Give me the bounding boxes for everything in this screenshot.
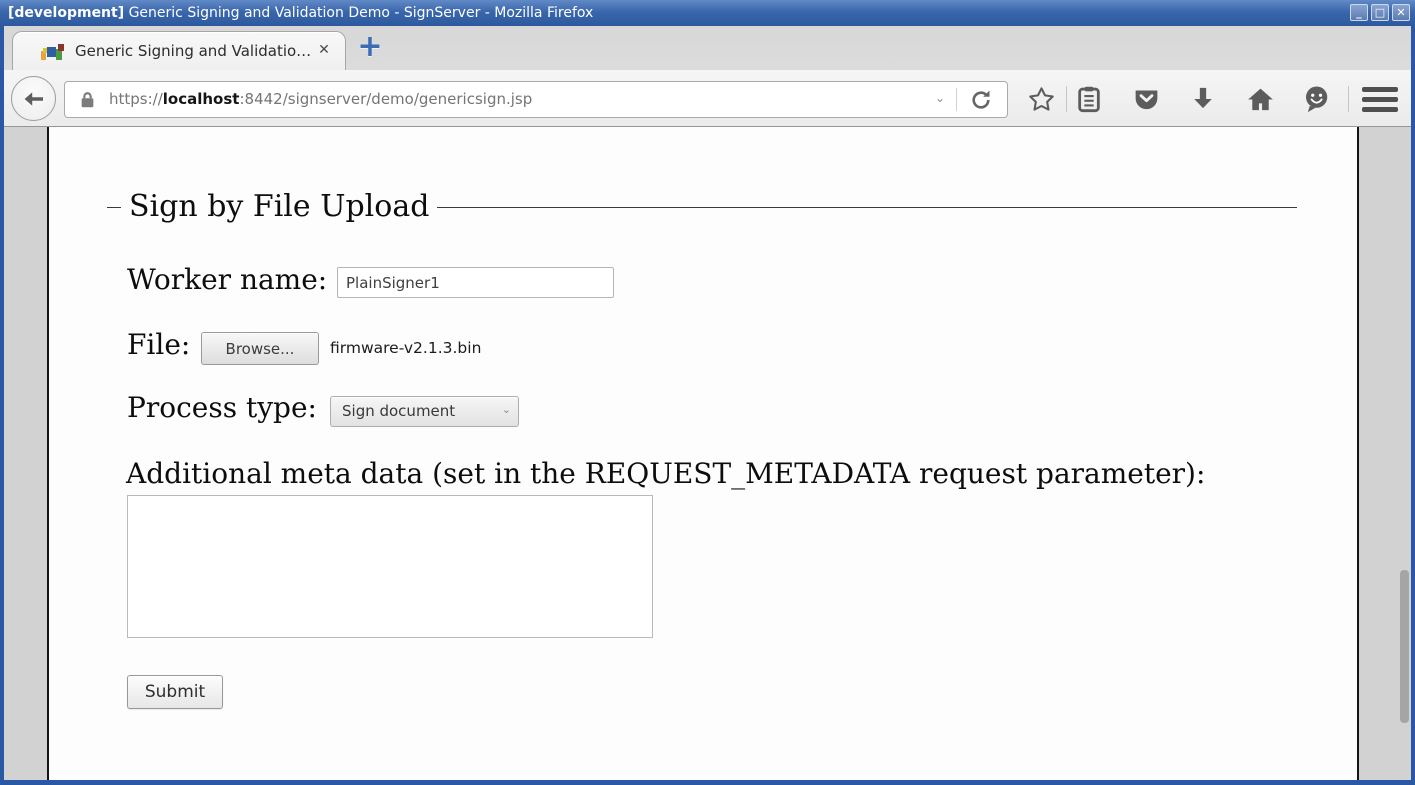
- worker-name-input[interactable]: [337, 267, 614, 298]
- signserver-favicon-icon: [41, 44, 65, 60]
- close-icon[interactable]: ✕: [1392, 4, 1410, 21]
- url-bar[interactable]: https://localhost:8442/signserver/demo/g…: [64, 81, 1008, 118]
- url-text[interactable]: https://localhost:8442/signserver/demo/g…: [109, 82, 532, 117]
- bookmarks-list-icon[interactable]: [1074, 84, 1104, 114]
- new-tab-icon[interactable]: +: [352, 32, 388, 64]
- window-title: [development] Generic Signing and Valida…: [8, 0, 593, 26]
- urlbar-separator: [956, 88, 957, 111]
- home-icon[interactable]: [1245, 84, 1275, 114]
- url-scheme: https://: [109, 90, 163, 108]
- file-label: File:: [127, 328, 190, 362]
- submit-button[interactable]: Submit: [127, 675, 223, 709]
- url-path: :8442/signserver/demo/genericsign.jsp: [239, 90, 532, 108]
- lock-icon: [80, 91, 95, 109]
- minimize-icon[interactable]: _: [1350, 4, 1368, 21]
- tab-title: Generic Signing and Validatio…: [75, 32, 311, 70]
- tab-generic-signing[interactable]: Generic Signing and Validatio… ✕: [12, 31, 346, 70]
- browser-viewport: Sign by File Upload Worker name: File: B…: [4, 127, 1411, 780]
- metadata-label: Additional meta data (set in the REQUEST…: [126, 457, 1205, 491]
- process-type-select[interactable]: Sign document ⌄: [330, 396, 519, 427]
- url-host: localhost: [163, 90, 240, 108]
- url-dropdown-icon[interactable]: ⌄: [935, 82, 945, 115]
- process-type-selected-value: Sign document: [342, 397, 455, 426]
- maximize-icon[interactable]: □: [1371, 4, 1389, 21]
- firefox-window: [development] Generic Signing and Valida…: [0, 0, 1415, 785]
- back-arrow-icon: [22, 87, 46, 111]
- toolbar-separator: [1066, 86, 1067, 112]
- back-button[interactable]: [11, 76, 56, 121]
- window-title-rest: Generic Signing and Validation Demo - Si…: [124, 5, 593, 21]
- titlebar[interactable]: [development] Generic Signing and Valida…: [0, 0, 1415, 26]
- hello-chat-icon[interactable]: [1301, 84, 1331, 114]
- page-title: Sign by File Upload: [121, 189, 437, 225]
- tab-strip: Generic Signing and Validatio… ✕ +: [4, 26, 1411, 70]
- selected-filename: firmware-v2.1.3.bin: [330, 332, 481, 365]
- navigation-toolbar: https://localhost:8442/signserver/demo/g…: [4, 70, 1411, 127]
- browse-button[interactable]: Browse...: [201, 332, 319, 365]
- window-border-right: [1411, 26, 1415, 785]
- window-title-prefix: [development]: [8, 5, 124, 21]
- worker-name-label: Worker name:: [127, 263, 327, 297]
- process-type-label: Process type:: [127, 391, 317, 425]
- metadata-textarea[interactable]: [127, 495, 653, 638]
- chevron-down-icon: ⌄: [502, 397, 511, 423]
- pocket-icon[interactable]: [1131, 84, 1161, 114]
- tab-close-icon[interactable]: ✕: [315, 41, 333, 59]
- window-controls: _ □ ✕: [1350, 4, 1410, 21]
- menu-icon[interactable]: [1362, 84, 1398, 114]
- window-border-left: [0, 26, 4, 785]
- page-container: Sign by File Upload Worker name: File: B…: [47, 127, 1359, 780]
- window-border-bottom: [0, 780, 1415, 785]
- bookmark-star-icon[interactable]: [1026, 84, 1056, 114]
- reload-icon[interactable]: [969, 88, 995, 112]
- toolbar-separator: [1348, 86, 1349, 112]
- vertical-scrollbar[interactable]: [1400, 570, 1409, 723]
- download-icon[interactable]: [1188, 84, 1218, 114]
